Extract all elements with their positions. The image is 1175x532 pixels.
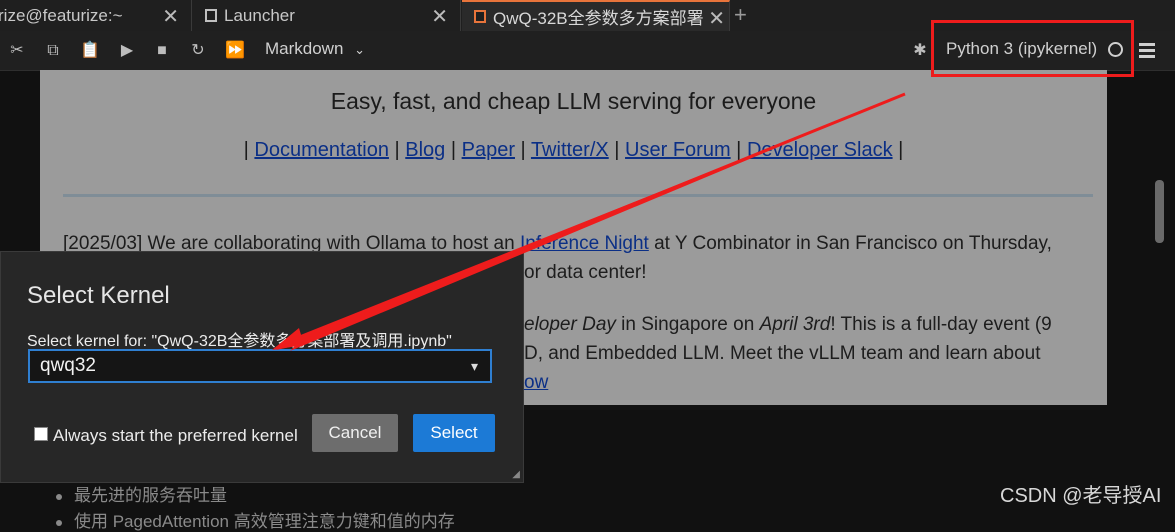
annotation-arrow bbox=[272, 92, 906, 351]
bullet-dot bbox=[56, 519, 62, 526]
list-item-text: 使用 PagedAttention 高效管理注意力键和值的内存 bbox=[74, 512, 455, 531]
